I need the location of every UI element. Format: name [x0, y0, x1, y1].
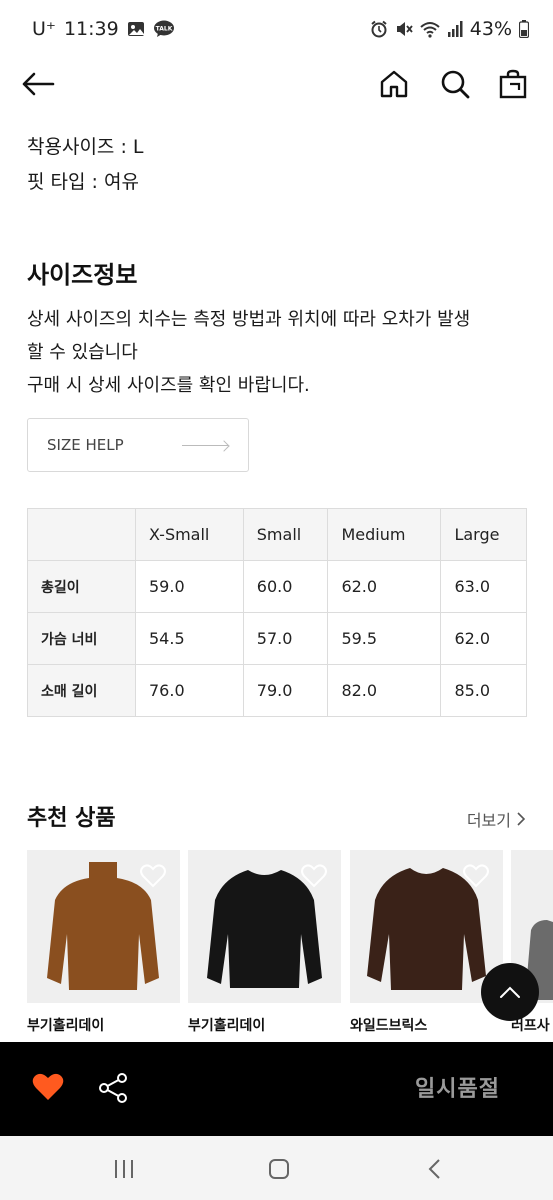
size-table: X-Small Small Medium Large 총길이 59.0 60.0… [27, 508, 527, 717]
wearing-size-text: 착용사이즈 : L [27, 136, 144, 158]
table-cell: 82.0 [327, 664, 442, 717]
row-label: 가슴 너비 [27, 612, 136, 665]
signal-icon [447, 21, 463, 37]
home-icon [380, 70, 408, 98]
table-cell: 62.0 [327, 560, 442, 613]
back-button[interactable] [18, 64, 58, 104]
bag-icon [499, 69, 527, 99]
back-arrow-icon [22, 72, 55, 96]
size-info-title: 사이즈정보 [27, 261, 138, 289]
product-image [350, 850, 503, 1003]
table-cell: 59.5 [327, 612, 442, 665]
product-image [188, 850, 341, 1003]
table-row: 총길이 59.0 60.0 62.0 63.0 [27, 560, 527, 613]
size-help-button[interactable]: SIZE HELP [27, 418, 249, 472]
size-column-header: Medium [327, 508, 442, 561]
table-cell: 85.0 [440, 664, 527, 717]
share-icon [99, 1073, 127, 1103]
gallery-notification-icon [127, 20, 145, 38]
clock: 11:39 [63, 18, 119, 40]
wishlist-heart-icon[interactable] [140, 864, 166, 892]
scroll-to-top-button[interactable] [481, 963, 539, 1021]
cart-button[interactable] [493, 64, 533, 104]
product-card[interactable]: 부기홀리데이 [188, 850, 341, 1035]
battery-percent: 43% [469, 18, 512, 40]
size-info-description: 상세 사이즈의 치수는 측정 방법과 위치에 따라 오차가 발생 할 수 있습니… [27, 303, 532, 402]
table-cell: 60.0 [242, 560, 329, 613]
table-cell: 79.0 [242, 664, 329, 717]
size-info-desc-line: 상세 사이즈의 치수는 측정 방법과 위치에 따라 오차가 발생 [27, 309, 471, 330]
size-table-corner [27, 508, 136, 561]
table-cell: 76.0 [135, 664, 244, 717]
recent-apps-button[interactable] [109, 1154, 139, 1184]
recent-apps-icon [115, 1160, 133, 1178]
product-card[interactable]: 와일드브릭스 [350, 850, 503, 1035]
home-system-button[interactable] [264, 1154, 294, 1184]
back-system-button[interactable] [419, 1154, 449, 1184]
status-bar: U⁺ 11:39 TALK 43% [0, 0, 553, 58]
share-button[interactable] [98, 1072, 128, 1108]
row-label: 소매 길이 [27, 664, 136, 717]
table-cell: 62.0 [440, 612, 527, 665]
recommended-title: 추천 상품 [27, 806, 116, 831]
back-chevron-icon [428, 1159, 440, 1179]
carrier-label: U⁺ [32, 18, 56, 40]
size-column-header: X-Small [135, 508, 244, 561]
svg-text:TALK: TALK [155, 26, 172, 33]
product-image [27, 850, 180, 1003]
heart-icon [32, 1073, 64, 1100]
row-label: 총길이 [27, 560, 136, 613]
arrow-right-icon [182, 445, 228, 446]
battery-icon [519, 20, 529, 38]
size-table-header-row: X-Small Small Medium Large [27, 508, 527, 561]
product-card[interactable]: 부기홀리데이 [27, 850, 180, 1035]
search-button[interactable] [435, 64, 475, 104]
table-row: 소매 길이 76.0 79.0 82.0 85.0 [27, 664, 527, 717]
more-label: 더보기 [466, 811, 511, 830]
product-brand: 부기홀리데이 [27, 1018, 105, 1034]
like-button[interactable] [32, 1073, 64, 1105]
fit-type-text: 핏 타입 : 여유 [27, 171, 139, 193]
soldout-button[interactable]: 일시품절 [415, 1071, 500, 1103]
size-info-desc-line: 할 수 있습니다 [27, 342, 138, 363]
home-button[interactable] [374, 64, 414, 104]
product-brand: 부기홀리데이 [188, 1018, 266, 1034]
search-icon [441, 70, 470, 99]
mute-icon [395, 20, 413, 38]
system-navigation-bar [0, 1136, 553, 1200]
table-cell: 59.0 [135, 560, 244, 613]
size-column-header: Large [440, 508, 527, 561]
size-help-label: SIZE HELP [47, 436, 124, 454]
chevron-up-icon [500, 986, 520, 998]
status-left: U⁺ 11:39 TALK [32, 18, 175, 40]
status-right: 43% [370, 18, 529, 40]
table-row: 가슴 너비 54.5 57.0 59.5 62.0 [27, 612, 527, 665]
bottom-action-bar: 일시품절 [0, 1042, 553, 1136]
table-cell: 57.0 [242, 612, 329, 665]
table-cell: 63.0 [440, 560, 527, 613]
size-column-header: Small [242, 508, 329, 561]
table-cell: 54.5 [135, 612, 244, 665]
wifi-icon [420, 20, 440, 38]
wishlist-heart-icon[interactable] [463, 864, 489, 892]
talk-notification-icon: TALK [153, 20, 175, 38]
chevron-right-icon [517, 812, 525, 826]
home-square-icon [269, 1159, 289, 1179]
more-link[interactable]: 더보기 [467, 807, 525, 831]
size-info-desc-line: 구매 시 상세 사이즈를 확인 바랍니다. [27, 375, 310, 396]
product-brand: 와일드브릭스 [350, 1018, 428, 1034]
alarm-icon [370, 20, 388, 38]
top-navigation [0, 58, 553, 110]
wishlist-heart-icon[interactable] [301, 864, 327, 892]
